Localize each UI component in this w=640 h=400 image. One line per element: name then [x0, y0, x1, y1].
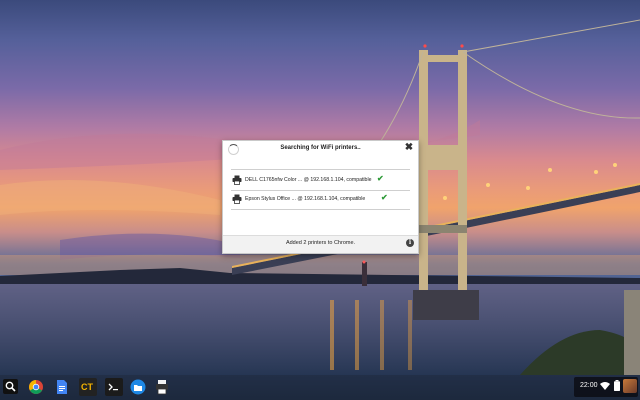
close-button[interactable]: ✖ — [404, 143, 414, 153]
close-icon: ✖ — [404, 142, 414, 153]
terminal-button[interactable] — [105, 378, 123, 396]
clock[interactable]: 22:00 — [580, 382, 598, 389]
dialog-title: Searching for WiFi printers.. — [280, 145, 361, 151]
printer-app-icon — [156, 380, 168, 395]
ct-app-button[interactable]: CT — [79, 378, 97, 396]
checkmark-icon: ✔ — [377, 174, 384, 183]
files-button[interactable] — [129, 378, 147, 396]
battery-icon[interactable] — [614, 380, 620, 391]
printer-icon — [232, 194, 242, 204]
printer-item[interactable]: Epson Stylus Office ... @ 192.168.1.104,… — [232, 193, 412, 206]
divider — [231, 190, 410, 191]
divider — [231, 169, 410, 170]
docs-icon — [57, 380, 67, 394]
printer-name: DELL C1765nfw Color ... @ 192.168.1.104,… — [245, 177, 372, 183]
checkmark-icon: ✔ — [381, 193, 388, 202]
printer-app-button[interactable] — [153, 378, 171, 396]
files-icon — [130, 379, 146, 395]
printer-icon — [232, 175, 242, 185]
printer-search-dialog: Searching for WiFi printers.. ✖ DELL C17… — [222, 140, 419, 254]
wifi-icon[interactable] — [600, 381, 610, 390]
launcher-button[interactable] — [3, 379, 18, 394]
desktop: Searching for WiFi printers.. ✖ DELL C17… — [0, 0, 640, 400]
divider — [231, 209, 410, 210]
dialog-footer: Added 2 printers to Chrome. i — [223, 235, 418, 253]
ct-app-icon: CT — [81, 382, 93, 392]
terminal-icon — [108, 383, 118, 391]
search-icon — [5, 381, 16, 392]
info-icon[interactable]: i — [406, 239, 414, 247]
dialog-header: Searching for WiFi printers.. ✖ — [223, 141, 418, 159]
docs-button[interactable] — [53, 378, 71, 396]
avatar[interactable] — [623, 379, 637, 393]
chrome-icon — [29, 380, 43, 394]
status-text: Added 2 printers to Chrome. — [285, 240, 356, 246]
chrome-button[interactable] — [27, 378, 45, 396]
printer-name: Epson Stylus Office ... @ 192.168.1.104,… — [245, 196, 366, 202]
printer-item[interactable]: DELL C1765nfw Color ... @ 192.168.1.104,… — [232, 174, 412, 187]
